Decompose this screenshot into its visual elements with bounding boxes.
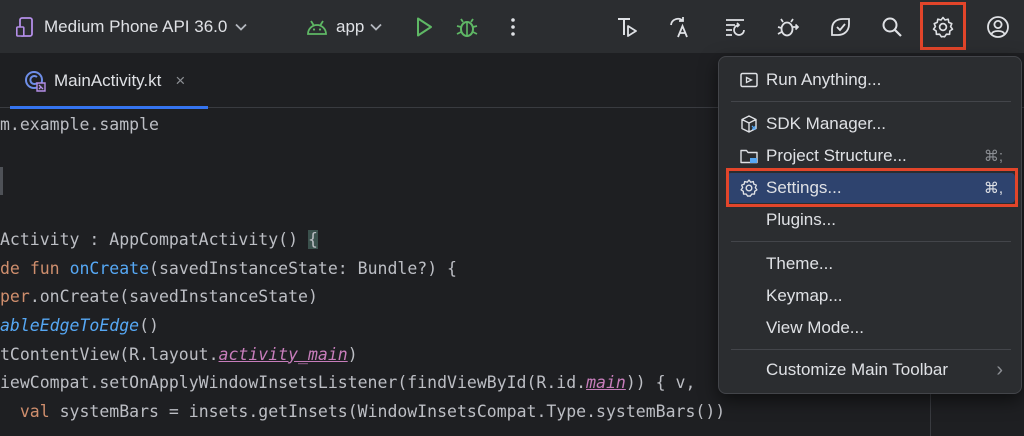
- code-token: Activity : AppCompatActivity(): [0, 229, 308, 249]
- menu-item-label: Customize Main Toolbar: [766, 360, 949, 379]
- code-token: (savedInstanceState: Bundle?) {: [149, 258, 457, 278]
- translate-button[interactable]: [664, 12, 694, 42]
- debug-attach-icon: [777, 18, 800, 37]
- code-token: .onCreate(savedInstanceState): [29, 287, 318, 307]
- menu-item-plugins[interactable]: Plugins...: [727, 205, 1015, 235]
- code-token: main: [586, 373, 626, 393]
- debug-button[interactable]: [452, 12, 482, 42]
- code-line: val systemBars = insets.getInsets(Window…: [0, 398, 725, 426]
- code-line: m.example.sample: [0, 111, 159, 139]
- code-line: iewCompat.setOnApplyWindowInsetsListener…: [0, 369, 695, 397]
- device-mirroring-button[interactable]: [826, 12, 856, 42]
- device-label: Medium Phone API 36.0: [44, 17, 228, 36]
- code-token: iewCompat.setOnApplyWindowInsetsListener…: [0, 373, 587, 393]
- search-icon: [882, 17, 902, 37]
- menu-item-sdk-manager[interactable]: SDK Manager...: [727, 109, 1015, 139]
- debug-bug-icon: [456, 18, 478, 37]
- menu-separator: [731, 241, 1011, 242]
- code-line: Activity : AppCompatActivity() {: [0, 226, 318, 254]
- run-icon: [417, 17, 432, 37]
- code-token: systemBars = insets.getInsets(WindowInse…: [59, 402, 726, 421]
- code-token: onCreate: [69, 258, 150, 278]
- menu-item-customize-toolbar[interactable]: Customize Main Toolbar ›: [727, 355, 1015, 385]
- menu-item-view-mode[interactable]: View Mode...: [727, 313, 1015, 343]
- code-token: per: [0, 287, 30, 307]
- code-line: tContentView(R.layout.activity_main): [0, 341, 358, 369]
- device-phone-icon: [16, 17, 33, 37]
- menu-separator: [731, 101, 1011, 102]
- device-mirroring-icon: [831, 18, 850, 36]
- menu-item-theme[interactable]: Theme...: [727, 249, 1015, 279]
- gutter-marker: [0, 167, 3, 195]
- code-with-me-icon: [618, 18, 637, 37]
- run-config-label: app: [336, 17, 365, 36]
- menu-item-label: SDK Manager...: [766, 114, 887, 133]
- menu-item-project-structure[interactable]: Project Structure... ⌘;: [727, 141, 1015, 171]
- menu-item-label: Theme...: [766, 254, 834, 273]
- menu-item-label: View Mode...: [766, 318, 864, 337]
- apply-changes-icon: [726, 19, 745, 36]
- close-icon[interactable]: ×: [175, 71, 185, 91]
- code-token: activity_main: [218, 344, 348, 364]
- code-line: de fun onCreate(savedInstanceState: Bund…: [0, 255, 457, 283]
- code-with-me-button[interactable]: [612, 12, 642, 42]
- code-token: )) { v,: [625, 373, 696, 393]
- run-config-selector[interactable]: app: [306, 14, 383, 40]
- code-line: ableEdgeToEdge(): [0, 312, 159, 340]
- sdk-manager-icon: [741, 115, 757, 133]
- kotlin-class-icon: [25, 70, 46, 92]
- code-token: ableEdgeToEdge: [0, 315, 140, 335]
- menu-item-run-anything[interactable]: Run Anything...: [727, 65, 1015, 95]
- tab-mainactivity[interactable]: MainActivity.kt ×: [10, 53, 208, 109]
- code-line: per.onCreate(savedInstanceState): [0, 283, 318, 311]
- submenu-arrow-icon: ›: [996, 358, 1003, 381]
- menu-item-label: Project Structure...: [766, 146, 907, 165]
- code-token: fun: [29, 258, 70, 278]
- code-token: tContentView(R.layout.: [0, 344, 219, 364]
- menu-item-keymap[interactable]: Keymap...: [727, 281, 1015, 311]
- menu-item-label: Run Anything...: [766, 70, 882, 89]
- main-toolbar: Medium Phone API 36.0 app: [0, 0, 1024, 53]
- profile-button[interactable]: [983, 12, 1013, 42]
- android-icon: [307, 20, 327, 35]
- search-button[interactable]: [877, 12, 907, 42]
- run-button[interactable]: [409, 12, 439, 42]
- code-token: ): [347, 344, 358, 364]
- chevron-down-icon: [235, 23, 247, 31]
- code-token: m.example.sample: [0, 115, 159, 134]
- project-structure-icon: [740, 149, 758, 164]
- main-menu-popup: Run Anything... SDK Manager... Project S…: [718, 56, 1022, 394]
- code-token: de: [0, 258, 30, 278]
- device-selector[interactable]: Medium Phone API 36.0: [16, 14, 247, 40]
- more-actions-button[interactable]: [498, 12, 528, 42]
- translate-icon: [670, 17, 688, 38]
- settings-button-highlight: [920, 2, 966, 50]
- menu-separator: [731, 349, 1011, 350]
- run-anything-icon: [740, 72, 758, 88]
- menu-item-label: Plugins...: [766, 210, 836, 229]
- apply-changes-button[interactable]: [720, 12, 750, 42]
- more-vertical-icon: [511, 18, 515, 36]
- profile-icon: [987, 16, 1009, 38]
- settings-item-highlight: [726, 168, 1018, 207]
- code-token: (): [139, 315, 159, 335]
- tab-label: MainActivity.kt: [54, 70, 162, 90]
- code-token: val: [19, 402, 60, 421]
- chevron-down-icon: [370, 23, 383, 31]
- shortcut-label: ⌘;: [983, 148, 1003, 165]
- code-token: {: [307, 229, 318, 249]
- menu-item-label: Keymap...: [766, 286, 843, 305]
- attach-debugger-button[interactable]: [773, 12, 803, 42]
